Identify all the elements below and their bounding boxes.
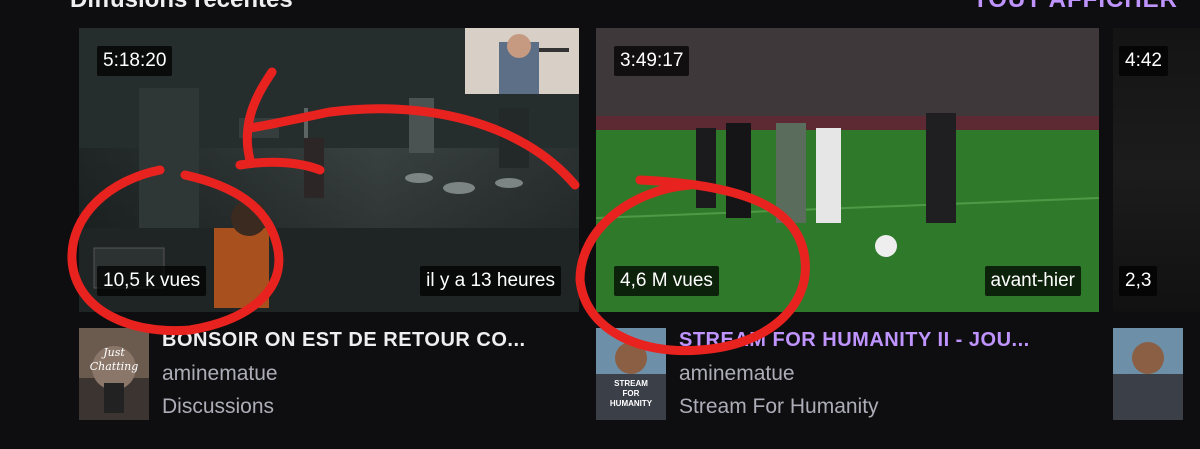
see-all-link[interactable]: TOUT AFFICHER: [973, 0, 1178, 14]
channel-name[interactable]: aminematue: [679, 362, 795, 386]
stream-for-humanity-box-art: [1113, 328, 1183, 420]
svg-text:Just: Just: [101, 346, 125, 359]
video-thumbnail[interactable]: 5:18:20 10,5 k vues il y a 13 heures: [79, 28, 579, 312]
views-badge: 10,5 k vues: [97, 266, 207, 296]
category-name[interactable]: Stream For Humanity: [679, 395, 879, 419]
category-box-art[interactable]: STREAM FOR HUMANITY: [596, 328, 666, 420]
duration-badge: 3:49:17: [614, 46, 690, 76]
video-thumbnail[interactable]: 3:49:17 4,6 M vues avant-hier: [596, 28, 1099, 312]
category-box-art[interactable]: [1113, 328, 1183, 420]
views-badge: 4,6 M vues: [614, 266, 719, 296]
channel-name[interactable]: aminematue: [162, 362, 278, 386]
svg-text:FOR: FOR: [623, 389, 640, 398]
duration-badge: 4:42: [1119, 46, 1168, 76]
video-card[interactable]: 4:42 2,3: [1113, 28, 1200, 424]
video-title[interactable]: STREAM FOR HUMANITY II - JOU...: [679, 329, 1089, 352]
views-badge: 2,3: [1119, 266, 1158, 296]
video-card[interactable]: 5:18:20 10,5 k vues il y a 13 heures Jus…: [79, 28, 579, 424]
category-box-art[interactable]: Just Chatting: [79, 328, 149, 420]
svg-text:HUMANITY: HUMANITY: [610, 399, 653, 408]
video-thumbnail[interactable]: 4:42 2,3: [1113, 28, 1200, 312]
duration-badge: 5:18:20: [97, 46, 173, 76]
video-card[interactable]: 3:49:17 4,6 M vues avant-hier STREAM FOR…: [596, 28, 1099, 424]
video-title[interactable]: BONSOIR ON EST DE RETOUR CO...: [162, 329, 572, 352]
just-chatting-box-art: Just Chatting: [79, 328, 149, 420]
svg-text:STREAM: STREAM: [614, 379, 648, 388]
category-name[interactable]: Discussions: [162, 395, 274, 419]
date-badge: avant-hier: [984, 266, 1081, 296]
section-title: Diffusions récentes: [70, 0, 293, 14]
svg-text:Chatting: Chatting: [90, 360, 139, 373]
stream-for-humanity-box-art: STREAM FOR HUMANITY: [596, 328, 666, 420]
date-badge: il y a 13 heures: [420, 266, 561, 296]
